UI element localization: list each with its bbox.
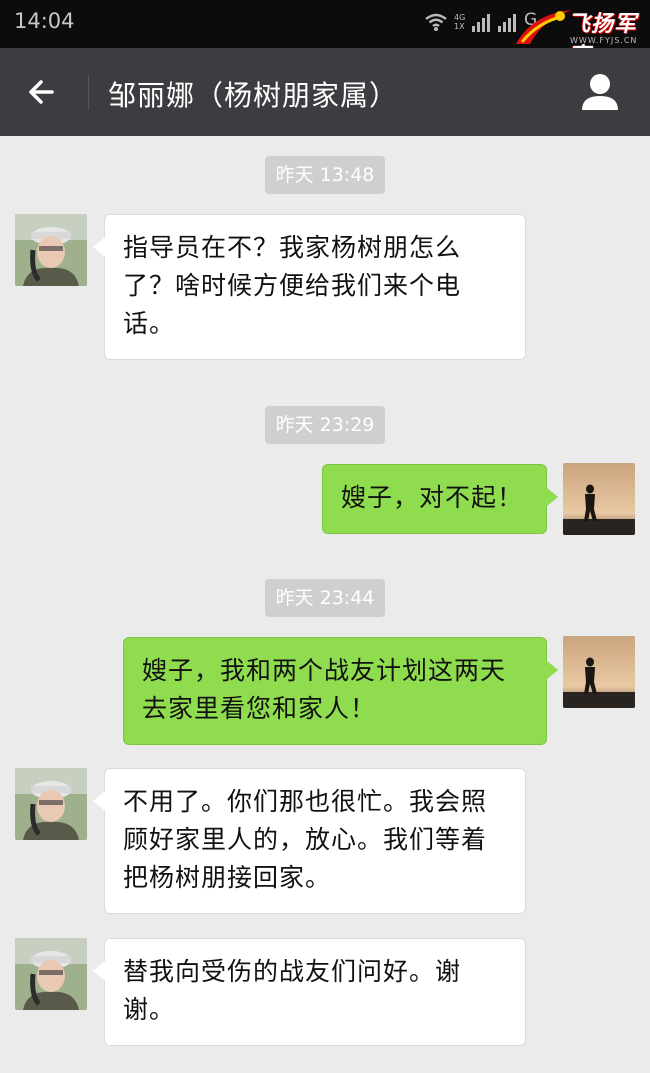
wifi-icon <box>425 13 447 31</box>
incoming-message-bubble[interactable]: 替我向受伤的战友们问好。谢 谢。 <box>93 938 526 1046</box>
signal-strength-icon <box>472 14 490 32</box>
message-line: 了？啥时候方便给我们来个电 <box>123 271 462 300</box>
logo-url: WWW.FYJS.CN <box>570 36 638 45</box>
outgoing-message-bubble[interactable]: 嫂子，对不起！ <box>322 464 558 534</box>
contact-avatar[interactable] <box>15 938 87 1010</box>
timestamp-chip: 昨天 13:48 <box>265 156 385 194</box>
silhouette-sunset-avatar-icon <box>563 463 635 535</box>
my-avatar[interactable] <box>563 463 635 535</box>
message-line: 指导员在不？我家杨树朋怎么 <box>123 233 462 262</box>
contact-avatar[interactable] <box>15 214 87 286</box>
silhouette-sunset-avatar-icon <box>563 636 635 708</box>
chat-info-button[interactable] <box>578 70 622 114</box>
status-bar: 14:04 4G 1X G 飞扬军事 WWW.FYJS.CN <box>0 0 650 69</box>
woman-avatar-icon <box>15 938 87 1010</box>
message-line: 把杨树朋接回家。 <box>123 863 332 892</box>
timestamp-chip: 昨天 23:44 <box>265 579 385 617</box>
back-button[interactable] <box>22 72 62 112</box>
message-line: 顾好家里人的，放心。我们等着 <box>123 825 488 854</box>
status-time: 14:04 <box>14 9 75 33</box>
person-icon <box>582 74 618 110</box>
watermark-logo: 飞扬军事 WWW.FYJS.CN <box>512 4 646 69</box>
message-line: 去家里看您和家人！ <box>142 694 377 723</box>
message-line: 替我向受伤的战友们问好。谢 <box>123 957 462 986</box>
arrow-left-icon <box>29 80 54 104</box>
header-divider <box>88 76 89 110</box>
message-line: 话。 <box>123 309 176 338</box>
incoming-message-bubble[interactable]: 指导员在不？我家杨树朋怎么 了？啥时候方便给我们来个电 话。 <box>93 214 526 360</box>
message-line: 嫂子，对不起！ <box>341 483 524 512</box>
outgoing-message-bubble[interactable]: 嫂子，我和两个战友计划这两天 去家里看您和家人！ <box>123 637 558 745</box>
timestamp-chip: 昨天 23:29 <box>265 406 385 444</box>
chat-title: 邹丽娜（杨树朋家属） <box>108 79 399 112</box>
incoming-message-bubble[interactable]: 不用了。你们那也很忙。我会照 顾好家里人的，放心。我们等着 把杨树朋接回家。 <box>93 768 526 914</box>
contact-avatar[interactable] <box>15 768 87 840</box>
message-line: 不用了。你们那也很忙。我会照 <box>123 787 488 816</box>
chat-header: 邹丽娜（杨树朋家属） <box>0 48 650 136</box>
message-line: 谢。 <box>123 995 176 1024</box>
woman-avatar-icon <box>15 214 87 286</box>
message-line: 嫂子，我和两个战友计划这两天 <box>142 656 507 685</box>
woman-avatar-icon <box>15 768 87 840</box>
network-type-label: 4G 1X <box>454 13 466 31</box>
my-avatar[interactable] <box>563 636 635 708</box>
